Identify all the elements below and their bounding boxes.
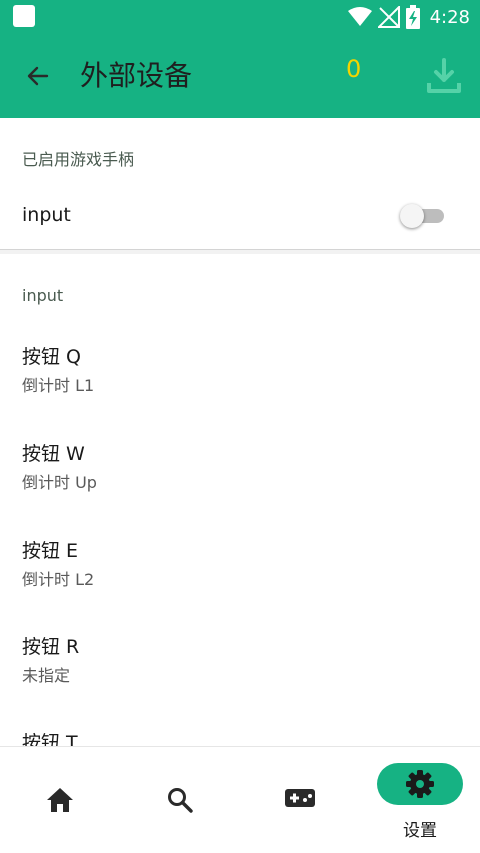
- notification-icon: [13, 5, 35, 27]
- battery-charging-icon: [405, 5, 420, 29]
- nav-settings[interactable]: 设置: [360, 747, 480, 853]
- section-header-input: input: [22, 286, 64, 305]
- key-title: 按钮 T: [22, 732, 78, 746]
- key-subtitle: 倒计时 Up: [22, 473, 97, 492]
- back-button[interactable]: [18, 56, 58, 96]
- gamepad-toggle-row[interactable]: input: [0, 180, 480, 250]
- key-binding-item[interactable]: 按钮 T: [0, 728, 480, 746]
- key-title: 按钮 E: [22, 540, 79, 562]
- app-bar: 外部设备 0: [0, 34, 480, 118]
- key-binding-item[interactable]: 按钮 R 未指定: [0, 632, 480, 728]
- key-title: 按钮 W: [22, 443, 85, 465]
- key-subtitle: 倒计时 L1: [22, 376, 95, 395]
- arrow-back-icon: [27, 66, 49, 86]
- key-binding-item[interactable]: 按钮 E 倒计时 L2: [0, 536, 480, 632]
- key-subtitle: 倒计时 L2: [22, 570, 95, 589]
- page-title: 外部设备: [80, 59, 193, 92]
- search-icon: [168, 788, 193, 813]
- download-icon: [427, 58, 461, 93]
- count-badge: 0: [346, 55, 362, 83]
- gamepad-toggle[interactable]: [400, 204, 446, 228]
- nav-home[interactable]: [0, 747, 120, 853]
- gamepad-icon: [285, 789, 315, 807]
- status-bar: 4:28: [0, 0, 480, 34]
- download-button[interactable]: [420, 52, 468, 100]
- home-icon: [47, 788, 73, 812]
- wifi-icon: [347, 7, 372, 26]
- key-title: 按钮 R: [22, 636, 80, 658]
- settings-list[interactable]: 已启用游戏手柄 input input 按钮 Q 倒计时 L1 按钮 W 倒计时…: [0, 118, 480, 746]
- no-signal-icon: [377, 6, 400, 28]
- key-binding-item[interactable]: 按钮 W 倒计时 Up: [0, 439, 480, 535]
- gear-icon: [406, 770, 434, 798]
- bottom-navigation: 设置: [0, 746, 480, 853]
- key-title: 按钮 Q: [22, 346, 81, 368]
- toggle-label: input: [22, 204, 71, 226]
- toggle-thumb: [400, 204, 424, 228]
- divider-shadow: [0, 250, 480, 254]
- nav-search[interactable]: [120, 747, 240, 853]
- nav-label-settings: 设置: [403, 821, 437, 841]
- clock: 4:28: [429, 6, 470, 28]
- section-header-gamepad: 已启用游戏手柄: [22, 150, 135, 169]
- status-icons: 4:28: [347, 4, 470, 30]
- nav-gamepad[interactable]: [240, 747, 360, 853]
- key-subtitle: 未指定: [22, 666, 71, 685]
- key-binding-item[interactable]: 按钮 Q 倒计时 L1: [0, 342, 480, 438]
